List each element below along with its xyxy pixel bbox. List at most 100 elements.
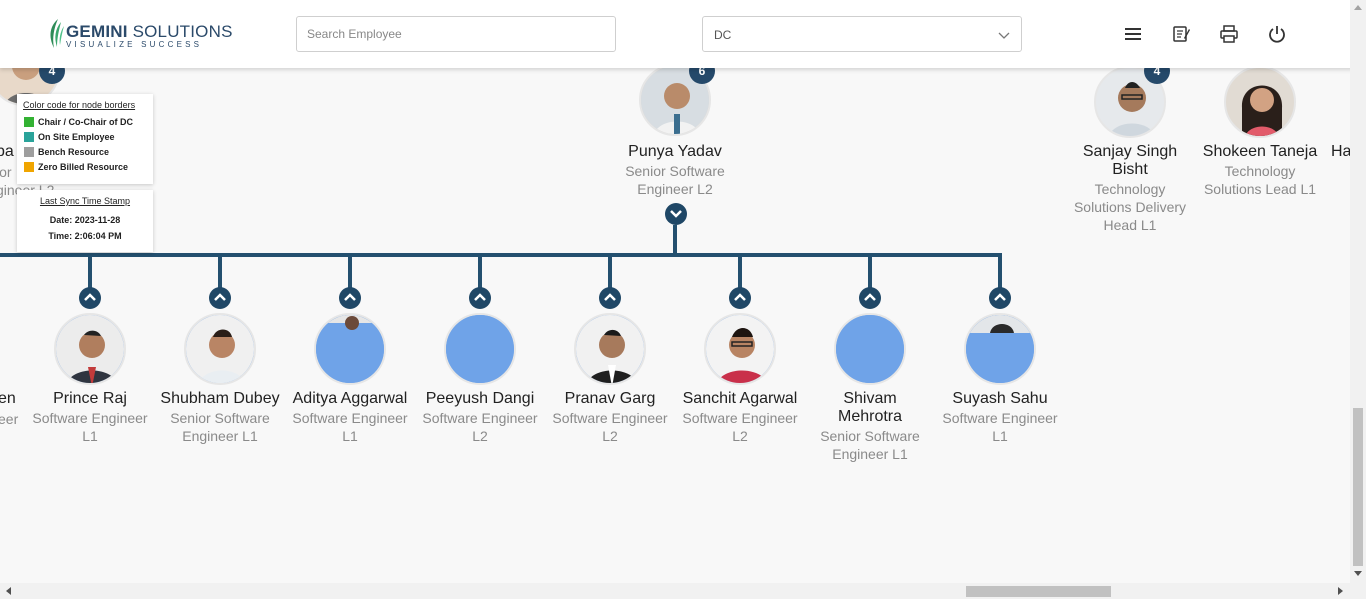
legend-item-onsite: On Site Employee <box>23 131 147 146</box>
employee-name: Prince Raj <box>53 390 127 407</box>
chevron-up-icon <box>344 293 356 301</box>
employee-role: Software Engineer L2 <box>682 410 798 444</box>
employee-name: Suyash Sahu <box>952 390 1048 407</box>
horizontal-scroll-thumb[interactable] <box>966 586 1111 597</box>
search-employee-field[interactable] <box>296 16 616 52</box>
chevron-up-icon <box>864 293 876 301</box>
employee-node-peeyush-dangi[interactable]: Peeyush Dangi Software Engineer L2 <box>415 390 545 445</box>
avatar[interactable] <box>574 313 646 385</box>
employee-role: Software Engineer L1 <box>292 410 408 444</box>
employee-name: Shubham Dubey <box>160 390 280 407</box>
print-icon[interactable] <box>1219 24 1239 44</box>
employee-name: Punya Yadav <box>628 143 722 160</box>
employee-name: Sanchit Agarwal <box>682 390 798 407</box>
employee-role: Technology Solutions Delivery Head L1 <box>1073 181 1187 233</box>
employee-role: Technology Solutions Lead L1 <box>1203 163 1317 197</box>
horizontal-scrollbar[interactable] <box>0 583 1350 599</box>
menu-icon[interactable] <box>1123 24 1143 44</box>
chevron-up-icon <box>84 293 96 301</box>
scroll-left-arrow-icon[interactable] <box>5 587 11 595</box>
logo-wordmark: GEMINI SOLUTIONS <box>66 22 233 41</box>
employee-role: Senior Software Engineer L2 <box>625 163 725 197</box>
employee-node-sanjay-singh-bisht[interactable]: Sanjay Singh Bisht Technology Solutions … <box>1065 143 1195 234</box>
avatar[interactable] <box>184 313 256 385</box>
employee-name: Peeyush Dangi <box>425 390 535 407</box>
dc-select[interactable]: DC <box>702 16 1022 52</box>
chevron-up-icon <box>604 293 616 301</box>
expand-toggle[interactable] <box>79 287 101 309</box>
employee-role-partial: eer <box>0 411 19 427</box>
color-code-legend: Color code for node borders Chair / Co-C… <box>17 94 153 184</box>
expand-toggle[interactable] <box>339 287 361 309</box>
legend-swatch <box>24 117 34 127</box>
sync-title: Last Sync Time Stamp <box>39 196 131 206</box>
legend-item-chair: Chair / Co-Chair of DC <box>23 116 147 131</box>
employee-node-shokeen-taneja[interactable]: Shokeen Taneja Technology Solutions Lead… <box>1195 143 1325 198</box>
org-chart-canvas[interactable]: 4 pa ior gineer L2 6 Punya Yadav Senior … <box>0 68 1350 583</box>
avatar[interactable] <box>444 313 516 385</box>
employee-node-aditya-aggarwal[interactable]: Aditya Aggarwal Software Engineer L1 <box>285 390 415 445</box>
employee-node-shivam-mehrotra[interactable]: Shivam Mehrotra Senior Software Engineer … <box>805 390 935 463</box>
avatar[interactable] <box>964 313 1036 385</box>
employee-node-punya-yadav[interactable]: Punya Yadav Senior Software Engineer L2 <box>610 143 740 198</box>
vertical-scroll-thumb[interactable] <box>1353 408 1363 566</box>
notepad-icon[interactable] <box>1171 24 1191 44</box>
scroll-right-arrow-icon[interactable] <box>1338 587 1344 595</box>
employee-role: Software Engineer L2 <box>422 410 538 444</box>
employee-role-partial: ior <box>0 164 12 180</box>
legend-item-zero-billed: Zero Billed Resource <box>23 161 147 176</box>
employee-node-sanchit-agarwal[interactable]: Sanchit Agarwal Software Engineer L2 <box>675 390 805 445</box>
legend-title: Color code for node borders <box>23 100 136 110</box>
scrollbar-corner <box>1350 583 1366 599</box>
dc-select-value: DC <box>714 28 732 42</box>
employee-name-partial: Ha <box>1331 143 1350 160</box>
logo-tagline: VISUALIZE SUCCESS <box>66 40 203 49</box>
legend-swatch <box>24 147 34 157</box>
avatar[interactable] <box>1224 68 1296 138</box>
employee-role: Senior Software Engineer L1 <box>820 428 920 462</box>
employee-role: Software Engineer L1 <box>942 410 1058 444</box>
gemini-leaf-icon <box>50 19 64 48</box>
avatar[interactable] <box>834 313 906 385</box>
expand-toggle[interactable] <box>989 287 1011 309</box>
employee-node-shubham-dubey[interactable]: Shubham Dubey Senior Software Engineer L1 <box>155 390 285 445</box>
sync-date: Date: 2023-11-28 <box>49 215 121 225</box>
chevron-down-icon <box>998 32 1010 39</box>
expand-toggle[interactable] <box>599 287 621 309</box>
expand-toggle[interactable] <box>469 287 491 309</box>
employee-name: Pranav Garg <box>564 390 656 407</box>
employee-name: Shokeen Taneja <box>1202 143 1318 160</box>
scroll-down-arrow-icon[interactable] <box>1354 571 1362 577</box>
chevron-up-icon <box>734 293 746 301</box>
collapse-toggle[interactable] <box>665 203 687 225</box>
legend-item-bench: Bench Resource <box>23 146 147 161</box>
expand-toggle[interactable] <box>209 287 231 309</box>
employee-name: Sanjay Singh Bisht <box>1082 143 1178 178</box>
employee-name: Aditya Aggarwal <box>292 390 408 407</box>
chevron-up-icon <box>474 293 486 301</box>
employee-name-partial: en <box>0 390 16 407</box>
chevron-up-icon <box>994 293 1006 301</box>
power-icon[interactable] <box>1267 24 1287 44</box>
expand-toggle[interactable] <box>729 287 751 309</box>
vertical-scrollbar[interactable] <box>1350 0 1366 583</box>
employee-role: Senior Software Engineer L1 <box>170 410 270 444</box>
expand-toggle[interactable] <box>859 287 881 309</box>
last-sync-panel: Last Sync Time Stamp Date: 2023-11-28 Ti… <box>17 190 153 252</box>
legend-swatch <box>24 132 34 142</box>
employee-name-partial: pa <box>0 143 14 160</box>
avatar[interactable] <box>314 313 386 385</box>
employee-node-suyash-sahu[interactable]: Suyash Sahu Software Engineer L1 <box>935 390 1065 445</box>
sync-time: Time: 2:06:04 PM <box>48 231 122 241</box>
avatar[interactable] <box>54 313 126 385</box>
employee-node-pranav-garg[interactable]: Pranav Garg Software Engineer L2 <box>545 390 675 445</box>
employee-role: Software Engineer L2 <box>552 410 668 444</box>
legend-swatch <box>24 162 34 172</box>
chevron-up-icon <box>214 293 226 301</box>
avatar[interactable] <box>704 313 776 385</box>
search-input[interactable] <box>297 17 615 51</box>
employee-name: Shivam Mehrotra <box>837 390 903 425</box>
gemini-logo[interactable]: GEMINI SOLUTIONS VISUALIZE SUCCESS <box>46 16 232 52</box>
scroll-up-arrow-icon[interactable] <box>1354 4 1362 10</box>
employee-node-prince-raj[interactable]: Prince Raj Software Engineer L1 <box>25 390 155 445</box>
